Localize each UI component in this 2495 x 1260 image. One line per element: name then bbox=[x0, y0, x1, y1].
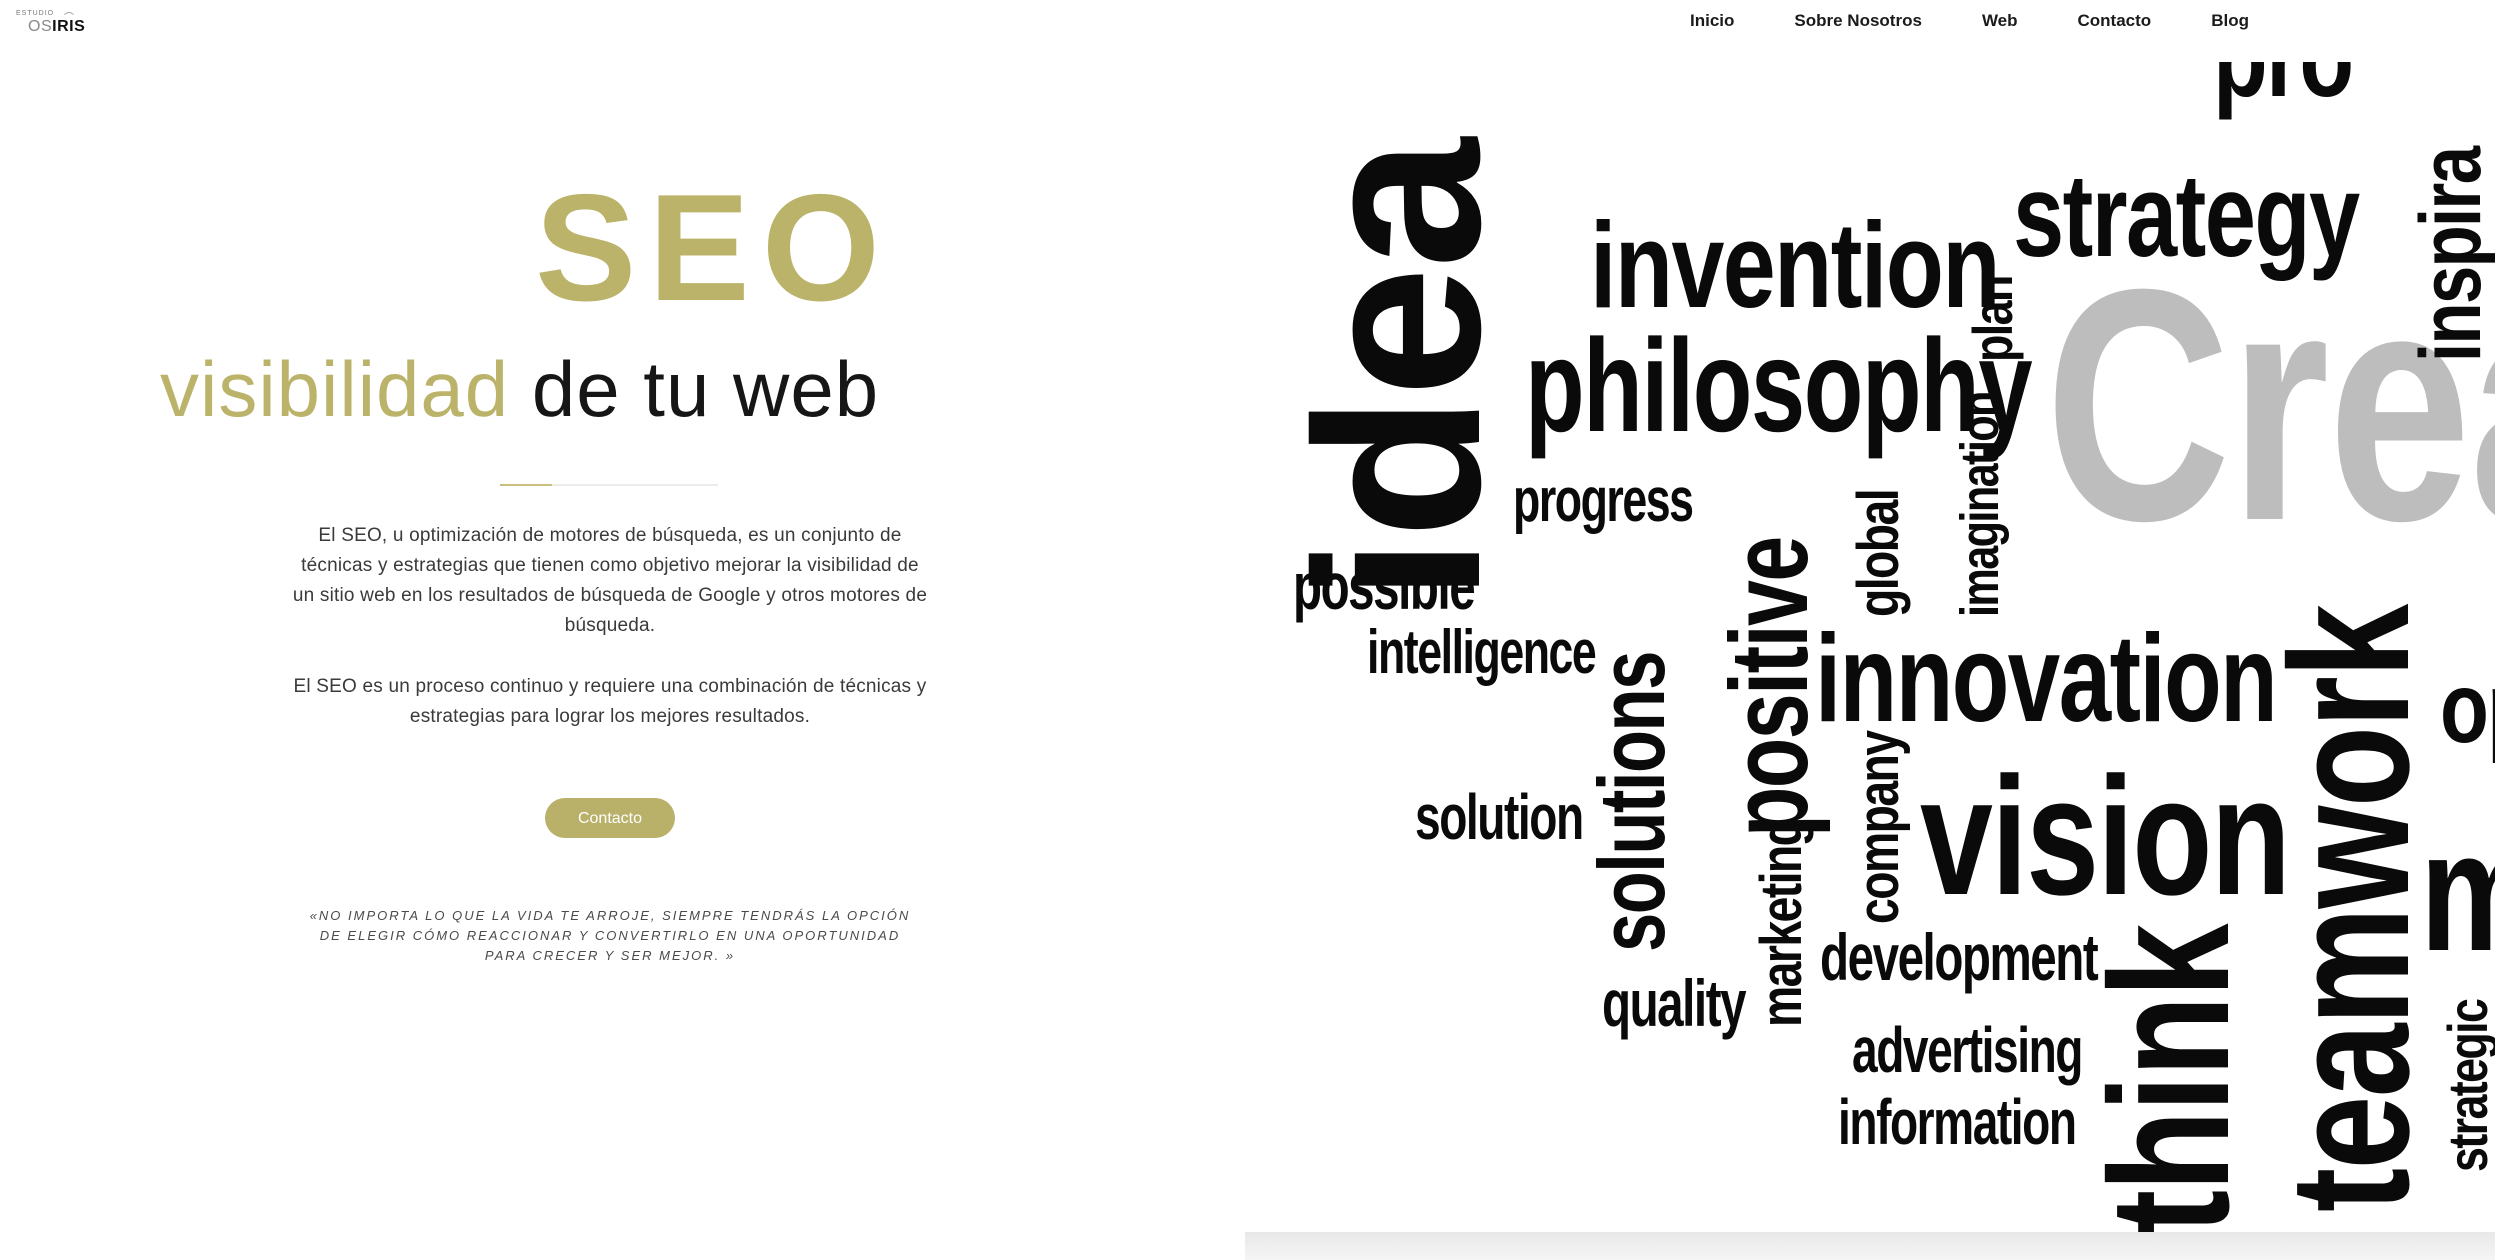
bottom-image-strip bbox=[1245, 1232, 2495, 1260]
nav-blog[interactable]: Blog bbox=[2211, 11, 2249, 31]
word-information: information bbox=[1838, 1086, 2077, 1158]
intro-paragraph: El SEO, u optimización de motores de bús… bbox=[292, 525, 928, 636]
logo-estudio: ESTUDIO bbox=[16, 10, 55, 17]
word-intelligence: intelligence bbox=[1367, 618, 1597, 687]
quote: «No importa lo que la vida te arroje, si… bbox=[309, 908, 911, 963]
word-m: m bbox=[2420, 807, 2495, 977]
word-pro: pro bbox=[2213, 62, 2354, 114]
word-op: op bbox=[2440, 652, 2495, 764]
word-cloud-image: idea invention philosophy strategy plan … bbox=[1245, 62, 2495, 1232]
title-divider bbox=[500, 484, 718, 486]
word-innovation: innovation bbox=[1815, 610, 2278, 748]
nav-contacto[interactable]: Contacto bbox=[2078, 11, 2152, 31]
word-think: think bbox=[2075, 925, 2265, 1232]
word-inspira: inspira bbox=[2403, 147, 2495, 362]
logo-wordmark: OSIRIS bbox=[28, 18, 86, 35]
word-global: global bbox=[1846, 489, 1911, 617]
page-title: SEO bbox=[535, 163, 892, 333]
word-imagination: imagination bbox=[1950, 392, 2010, 617]
word-quality: quality bbox=[1602, 966, 1747, 1040]
word-invention: invention bbox=[1590, 197, 2000, 333]
main-nav: Inicio Sobre Nosotros Web Contacto Blog bbox=[1690, 11, 2309, 31]
word-company: company bbox=[1846, 731, 1911, 924]
secondary-paragraph: El SEO es un proceso continuo y requiere… bbox=[293, 676, 927, 727]
word-solution: solution bbox=[1415, 781, 1584, 853]
word-progress: progress bbox=[1513, 466, 1694, 535]
nav-web[interactable]: Web bbox=[1982, 11, 2018, 31]
word-strategic: strategic bbox=[2436, 999, 2495, 1172]
word-vision: vision bbox=[1920, 742, 2291, 930]
word-idea: idea bbox=[1266, 139, 1529, 602]
word-advertising: advertising bbox=[1852, 1014, 2083, 1086]
word-possible: possible bbox=[1293, 549, 1476, 623]
word-solutions: solutions bbox=[1579, 652, 1684, 952]
logo[interactable]: ESTUDIO ⌒ OSIRIS bbox=[14, 10, 86, 36]
word-teamwork: teamwork bbox=[2255, 605, 2445, 1212]
word-positive: positive bbox=[1708, 537, 1831, 837]
hero-subtitle: visibilidad de tu web bbox=[160, 350, 980, 428]
subtitle-rest: de tu web bbox=[509, 345, 880, 433]
subtitle-highlight: visibilidad bbox=[160, 345, 510, 433]
word-marketing: marketing bbox=[1749, 819, 1814, 1027]
word-plan: plan bbox=[1961, 276, 2024, 362]
word-development: development bbox=[1820, 920, 2099, 994]
contacto-button[interactable]: Contacto bbox=[545, 798, 675, 838]
nav-inicio[interactable]: Inicio bbox=[1690, 11, 1734, 31]
nav-sobre-nosotros[interactable]: Sobre Nosotros bbox=[1794, 11, 1922, 31]
